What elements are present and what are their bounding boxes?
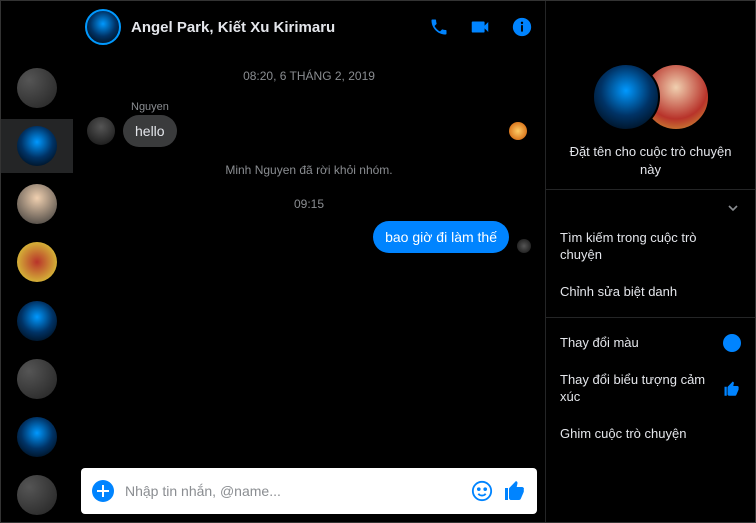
message-avatar[interactable] (87, 117, 115, 145)
conversation-item[interactable] (1, 468, 73, 522)
chat-header: Angel Park, Kiết Xu Kirimaru (73, 1, 545, 53)
message-bubble[interactable]: bao giờ đi làm thế (373, 221, 509, 253)
info-button[interactable] (511, 16, 533, 38)
color-swatch-icon (723, 334, 741, 352)
conversation-item[interactable] (1, 410, 73, 464)
message-input[interactable] (125, 483, 461, 499)
conversation-item[interactable] (1, 177, 73, 231)
panel-section: Tìm kiếm trong cuộc trò chuyện Chỉnh sửa… (546, 189, 755, 317)
message-row: bao giờ đi làm thế (87, 221, 531, 253)
section-toggle[interactable] (546, 196, 755, 220)
message-bubble[interactable]: hello (123, 115, 177, 147)
avatar (17, 184, 57, 224)
emoji-button[interactable] (471, 480, 493, 502)
avatar (17, 475, 57, 515)
thumb-up-icon (723, 380, 741, 398)
voice-call-button[interactable] (429, 17, 449, 37)
group-avatar[interactable] (592, 63, 660, 131)
pin-conversation[interactable]: Ghim cuộc trò chuyện (546, 416, 755, 453)
chevron-down-icon (725, 200, 741, 216)
reaction-badge[interactable] (509, 122, 527, 140)
like-button[interactable] (503, 479, 527, 503)
timestamp: 08:20, 6 THÁNG 2, 2019 (87, 69, 531, 83)
sender-name: Nguyen (131, 101, 531, 113)
panel-section: Thay đổi màu Thay đổi biểu tượng cảm xúc… (546, 317, 755, 459)
change-color[interactable]: Thay đổi màu (546, 324, 755, 362)
conversation-item[interactable] (1, 119, 73, 173)
system-message: Minh Nguyen đã rời khỏi nhóm. (87, 163, 531, 177)
info-panel: Đặt tên cho cuộc trò chuyện này Tìm kiếm… (545, 1, 755, 522)
conversation-item[interactable] (1, 61, 73, 115)
timestamp: 09:15 (87, 197, 531, 211)
conversation-item[interactable] (1, 235, 73, 289)
chat-title: Angel Park, Kiết Xu Kirimaru (131, 19, 419, 36)
name-chat-button[interactable]: Đặt tên cho cuộc trò chuyện này (546, 139, 755, 189)
change-emoji[interactable]: Thay đổi biểu tượng cảm xúc (546, 362, 755, 416)
edit-nicknames[interactable]: Chỉnh sửa biệt danh (546, 274, 755, 311)
avatar (17, 301, 57, 341)
panel-item-label: Thay đổi màu (560, 335, 715, 352)
add-attachment-button[interactable] (91, 479, 115, 503)
composer (81, 468, 537, 514)
message-row: hello (87, 115, 531, 147)
chat-main: Angel Park, Kiết Xu Kirimaru 08:20, 6 TH… (73, 1, 545, 522)
conversation-item[interactable] (1, 352, 73, 406)
avatar (17, 242, 57, 282)
panel-item-label: Thay đổi biểu tượng cảm xúc (560, 372, 715, 406)
conversation-sidebar (1, 1, 73, 522)
group-avatars (546, 63, 755, 131)
seen-indicator (517, 239, 531, 253)
panel-item-label: Ghim cuộc trò chuyện (560, 426, 741, 443)
avatar (17, 68, 57, 108)
search-in-conversation[interactable]: Tìm kiếm trong cuộc trò chuyện (546, 220, 755, 274)
avatar (17, 359, 57, 399)
chat-avatar[interactable] (85, 9, 121, 45)
panel-item-label: Chỉnh sửa biệt danh (560, 284, 741, 301)
avatar (17, 417, 57, 457)
conversation-item[interactable] (1, 294, 73, 348)
panel-item-label: Tìm kiếm trong cuộc trò chuyện (560, 230, 741, 264)
video-call-button[interactable] (469, 16, 491, 38)
header-actions (429, 16, 533, 38)
messages-area: 08:20, 6 THÁNG 2, 2019 Nguyen hello Minh… (73, 53, 545, 468)
avatar (17, 126, 57, 166)
